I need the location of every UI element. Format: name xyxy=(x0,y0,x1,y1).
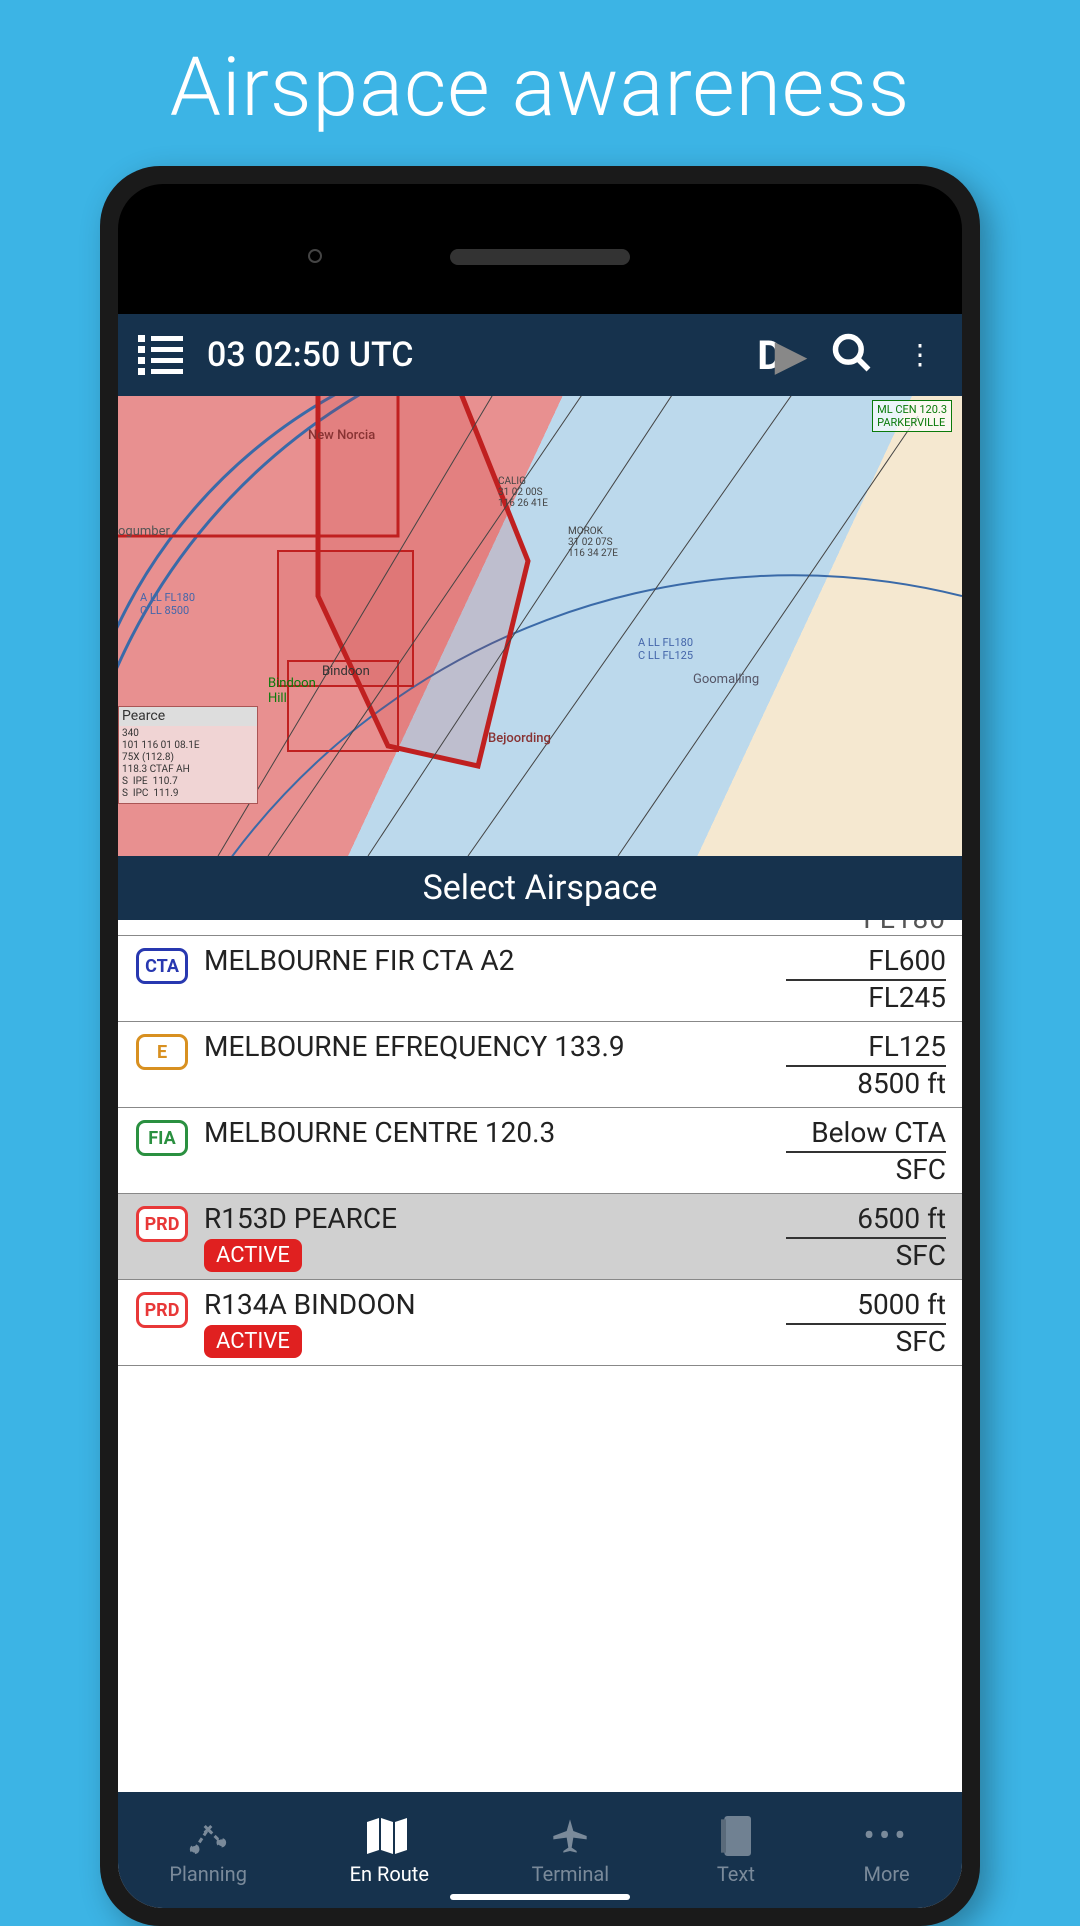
nav-terminal[interactable]: Terminal xyxy=(532,1814,610,1886)
nav-text[interactable]: Text xyxy=(712,1814,760,1886)
list-row-peek: FL180 xyxy=(118,920,962,936)
airspace-title: R153D PEARCE xyxy=(204,1202,786,1235)
map-icon xyxy=(365,1814,413,1858)
bottom-nav: Planning En Route Terminal xyxy=(118,1792,962,1908)
airspace-row[interactable]: CTA MELBOURNE FIR CTA A2 FL600 FL245 xyxy=(118,936,962,1022)
nav-label: En Route xyxy=(350,1862,429,1886)
airspace-title: MELBOURNE CENTRE 120.3 xyxy=(204,1116,786,1149)
airspace-row[interactable]: PRD R134A BINDOON ACTIVE 5000 ft SFC xyxy=(118,1280,962,1366)
airspace-badge: PRD xyxy=(136,1292,188,1328)
map-wpt-calig: CALIG 31 02 00S 116 26 41E xyxy=(498,476,548,509)
map-label-bejoording: Bejoording xyxy=(488,731,551,746)
select-airspace-header: Select Airspace xyxy=(118,856,962,920)
map-label-bindoonhill: Bindoon Hill xyxy=(268,676,316,706)
map-alt-b: A LL FL180 C LL FL125 xyxy=(638,636,693,662)
nav-label: Text xyxy=(717,1862,755,1886)
airspace-altitudes: Below CTA SFC xyxy=(786,1116,946,1186)
map-alt-a: A LL FL180 C LL 8500 xyxy=(140,591,195,617)
airspace-badge: FIA xyxy=(136,1120,188,1156)
menu-icon[interactable] xyxy=(138,335,183,375)
app-screen: 03 02:50 UTC D▶ ⋮ xyxy=(118,314,962,1908)
plane-icon xyxy=(546,1814,594,1858)
clock-label: 03 02:50 UTC xyxy=(207,335,733,375)
airspace-badge: PRD xyxy=(136,1206,188,1242)
home-indicator[interactable] xyxy=(450,1894,630,1900)
map-pearce-info: Pearce 340 101 116 01 08.1E 75X (112.8) … xyxy=(118,706,258,804)
airspace-row[interactable]: E MELBOURNE EFREQUENCY 133.9 FL125 8500 … xyxy=(118,1022,962,1108)
kebab-icon[interactable]: ⋮ xyxy=(898,352,942,358)
active-badge: ACTIVE xyxy=(204,1239,302,1272)
topbar: 03 02:50 UTC D▶ ⋮ xyxy=(118,314,962,396)
map-label-ogumber: ogumber xyxy=(118,524,170,539)
map-chart[interactable]: ML CEN 120.3 PARKERVILLE New Norcia ogum… xyxy=(118,396,962,856)
phone-camera xyxy=(308,249,322,263)
map-label-newnorcia: New Norcia xyxy=(308,428,375,443)
more-icon: ••• xyxy=(863,1814,911,1858)
airspace-row[interactable]: FIA MELBOURNE CENTRE 120.3 Below CTA SFC xyxy=(118,1108,962,1194)
nav-planning[interactable]: Planning xyxy=(169,1814,247,1886)
airspace-badge: E xyxy=(136,1034,188,1070)
map-wpt-morok: MOROK 31 02 07S 116 34 27E xyxy=(568,526,618,559)
active-badge: ACTIVE xyxy=(204,1325,302,1358)
nav-more[interactable]: ••• More xyxy=(863,1814,911,1886)
airspace-list[interactable]: FL180 CTA MELBOURNE FIR CTA A2 FL600 FL2… xyxy=(118,920,962,1792)
planning-icon xyxy=(184,1814,232,1858)
airspace-altitudes: FL125 8500 ft xyxy=(786,1030,946,1100)
airspace-badge: CTA xyxy=(136,948,188,984)
airspace-altitudes: 5000 ft SFC xyxy=(786,1288,946,1358)
airspace-altitudes: FL600 FL245 xyxy=(786,944,946,1014)
nav-label: Planning xyxy=(169,1862,247,1886)
direct-to-icon[interactable]: D▶ xyxy=(757,332,806,379)
nav-label: More xyxy=(864,1862,910,1886)
nav-label: Terminal xyxy=(532,1862,610,1886)
map-label-goomalling: Goomalling xyxy=(693,672,759,687)
promo-title: Airspace awareness xyxy=(0,0,1080,166)
airspace-altitudes: 6500 ft SFC xyxy=(786,1202,946,1272)
map-label-bindoon: Bindoon xyxy=(322,664,370,679)
airspace-title: R134A BINDOON xyxy=(204,1288,786,1321)
search-icon[interactable] xyxy=(830,331,874,379)
nav-enroute[interactable]: En Route xyxy=(350,1814,429,1886)
airspace-row[interactable]: PRD R153D PEARCE ACTIVE 6500 ft SFC xyxy=(118,1194,962,1280)
airspace-title: MELBOURNE FIR CTA A2 xyxy=(204,944,786,977)
airspace-title: MELBOURNE EFREQUENCY 133.9 xyxy=(204,1030,786,1063)
book-icon xyxy=(712,1814,760,1858)
phone-frame: 03 02:50 UTC D▶ ⋮ xyxy=(100,166,980,1926)
map-box-ml: ML CEN 120.3 PARKERVILLE xyxy=(872,400,952,432)
phone-speaker xyxy=(450,249,630,265)
